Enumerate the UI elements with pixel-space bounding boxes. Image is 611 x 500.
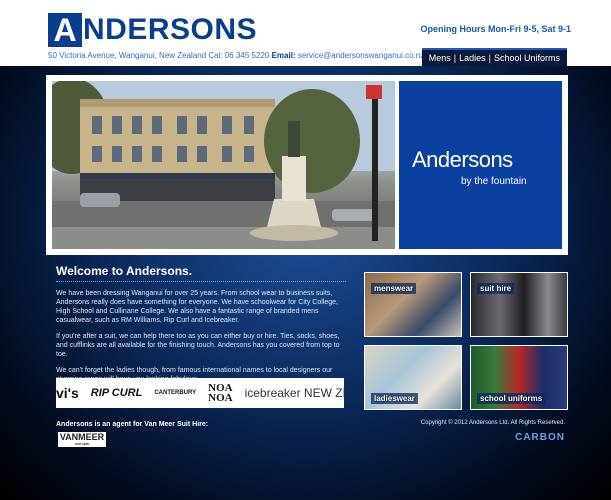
email-label: Email: bbox=[271, 51, 296, 60]
tile-label: school uniforms bbox=[477, 393, 546, 404]
opening-hours: Opening Hours Mon-Fri 9-5, Sat 9-1 bbox=[420, 24, 571, 34]
copyright-text: Copyright © 2012 Andersons Ltd. All Righ… bbox=[420, 420, 565, 426]
vanmeer-logo[interactable]: VANMEER SUIT HIRE bbox=[58, 432, 106, 447]
main-nav: Mens | Ladies | School Uniforms bbox=[421, 48, 567, 66]
brand-logo-icebreaker: icebreaker NEW ZEALAND bbox=[244, 386, 344, 400]
address-text: 50 Victoria Avenue, Wanganui, New Zealan… bbox=[48, 51, 270, 60]
logo-initial: A bbox=[48, 13, 82, 47]
vanmeer-logo-text: VANMEER bbox=[59, 432, 105, 442]
agent-text: Andersons is an agent for Van Meer Suit … bbox=[56, 421, 209, 428]
hero-brand-name: Andersons bbox=[412, 147, 513, 172]
brand-logo-levis: vi's bbox=[56, 385, 79, 401]
site-header: A NDERSONS 50 Victoria Avenue, Wanganui,… bbox=[0, 0, 611, 66]
hero-brand-tagline: by the fountain bbox=[461, 176, 527, 187]
tile-label: ladieswear bbox=[371, 393, 418, 404]
andersons-logo[interactable]: A NDERSONS bbox=[48, 13, 257, 47]
carbon-logo[interactable]: CARBON bbox=[515, 432, 565, 443]
logo-text: NDERSONS bbox=[83, 13, 258, 46]
page: A NDERSONS 50 Victoria Avenue, Wanganui,… bbox=[0, 0, 611, 500]
brand-logo-noanoa: NOA NOA bbox=[208, 382, 233, 404]
welcome-section: Welcome to Andersons. We have been dress… bbox=[56, 264, 346, 384]
tile-suit-hire[interactable]: suit hire bbox=[470, 272, 568, 337]
tile-menswear[interactable]: menswear bbox=[364, 272, 462, 337]
welcome-paragraph: If you're after a suit, we can help ther… bbox=[56, 333, 340, 358]
storefront-photo bbox=[52, 81, 395, 249]
tile-label: menswear bbox=[371, 283, 417, 294]
address-line: 50 Victoria Avenue, Wanganui, New Zealan… bbox=[48, 51, 424, 60]
brand-logo-ripcurl: RIP CURL bbox=[90, 387, 143, 399]
welcome-title: Welcome to Andersons. bbox=[56, 264, 346, 282]
brand-logos-strip: vi's RIP CURL CANTERBURY NOA NOA icebrea… bbox=[56, 378, 344, 408]
brand-logo-canterbury: CANTERBURY bbox=[154, 390, 197, 396]
nav-item-mens[interactable]: Mens bbox=[426, 53, 454, 63]
nav-item-school-uniforms[interactable]: School Uniforms bbox=[491, 53, 563, 63]
hero-banner: Andersons by the fountain bbox=[46, 75, 568, 255]
email-link[interactable]: service@andersonswanganui.co.nz bbox=[298, 51, 424, 60]
nav-item-ladies[interactable]: Ladies bbox=[456, 53, 489, 63]
vanmeer-logo-sub: SUIT HIRE bbox=[74, 442, 90, 446]
tile-label: suit hire bbox=[477, 283, 515, 294]
tile-ladieswear[interactable]: ladieswear bbox=[364, 345, 462, 410]
tile-school-uniforms[interactable]: school uniforms bbox=[470, 345, 568, 410]
welcome-paragraph: We have been dressing Wanganui for over … bbox=[56, 290, 338, 324]
hero-brand-panel: Andersons by the fountain bbox=[399, 81, 562, 249]
